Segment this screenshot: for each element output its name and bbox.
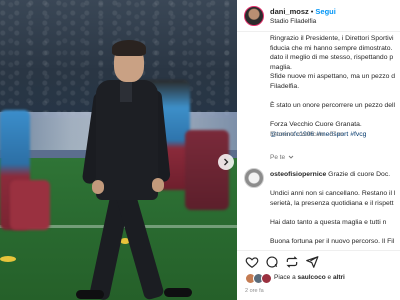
avatar[interactable] xyxy=(244,6,264,26)
comment-username[interactable]: osteofisiopernice xyxy=(270,171,326,178)
man-in-suit xyxy=(72,40,192,300)
likes-text[interactable]: Piace a saulcoco e altri xyxy=(274,274,345,281)
hand xyxy=(152,178,164,192)
comment-line: Grazie di cuore Doc. xyxy=(328,171,391,178)
caption-line: Ringrazio il Presidente, i Direttori Spo… xyxy=(270,35,394,42)
likes-suffix: e xyxy=(327,274,332,281)
heart-icon xyxy=(245,257,259,268)
hand xyxy=(92,180,104,194)
caption-signoff: Forza Vecchio Cuore Granata. xyxy=(270,121,362,129)
post-details-panel: dani_mosz • Segui Stadio Filadelfia Ringra… xyxy=(237,0,400,300)
shoe xyxy=(164,288,192,297)
chevron-down-icon xyxy=(288,155,294,159)
hair xyxy=(112,40,146,56)
comment-avatar[interactable] xyxy=(244,168,264,188)
comment: osteofisiopernice Grazie di cuore Doc. U… xyxy=(270,170,400,247)
comment-icon xyxy=(266,256,278,268)
leg xyxy=(115,189,165,300)
separator-dot: • xyxy=(310,7,314,16)
translation-label: Pe te xyxy=(270,154,286,161)
post-meta: Elemento modificato · 57 m xyxy=(270,132,344,138)
like-button[interactable] xyxy=(245,255,259,269)
caption-line: fiducia che mi hanno sempre dimostrato. xyxy=(270,44,393,52)
post-username-row: dani_mosz • Segui xyxy=(270,7,336,16)
post-caption: Ringrazio il Presidente, i Direttori Spo… xyxy=(270,34,400,140)
comment-button[interactable] xyxy=(265,255,279,269)
see-translation-link[interactable]: Pe te xyxy=(270,154,294,161)
training-cone xyxy=(0,256,16,262)
shoe xyxy=(76,290,104,299)
next-image-button[interactable] xyxy=(218,154,234,170)
comment-line: Undici anni non si cancellano. Restano i… xyxy=(270,190,396,198)
caption-line: Filadelfia. xyxy=(270,82,300,90)
liker-username[interactable]: saulcoco xyxy=(298,274,326,281)
follow-button[interactable]: Segui xyxy=(315,7,335,16)
caption-line: Sfide nuove mi aspettano, ma un pezzo d xyxy=(270,73,396,81)
comment-line: Buona fortuna per il nuovo percorso. Il … xyxy=(270,238,395,246)
comment-line: Hai dato tanto a questa maglia e tutti n xyxy=(270,218,387,226)
comment-line: serietà, la presenza quotidiana e il ris… xyxy=(270,199,394,207)
repost-button[interactable] xyxy=(285,255,299,269)
post-username[interactable]: dani_mosz xyxy=(270,7,309,16)
liker-avatar xyxy=(261,273,272,284)
caption-line: È stato un onore percorrere un pezzo del… xyxy=(270,102,396,110)
share-button[interactable] xyxy=(305,255,319,269)
likes-others[interactable]: altri xyxy=(333,274,345,281)
likes-prefix: Piace a xyxy=(274,274,296,281)
post-date: 2 ore fa xyxy=(245,288,264,294)
post-location[interactable]: Stadio Filadelfia xyxy=(270,18,316,25)
caption-line: maglia. xyxy=(270,63,292,71)
caption-line: dato il meglio di me stesso, rispettando… xyxy=(270,54,394,62)
post-photo[interactable] xyxy=(0,0,237,300)
background-player xyxy=(10,180,50,230)
post-header: dani_mosz • Segui Stadio Filadelfia xyxy=(237,0,400,32)
repost-icon xyxy=(286,256,298,268)
shirt xyxy=(120,82,132,102)
chevron-right-icon xyxy=(224,158,229,166)
likes-row: Piace a saulcoco e altri xyxy=(237,272,400,286)
action-bar xyxy=(237,250,400,272)
share-icon xyxy=(306,256,319,268)
